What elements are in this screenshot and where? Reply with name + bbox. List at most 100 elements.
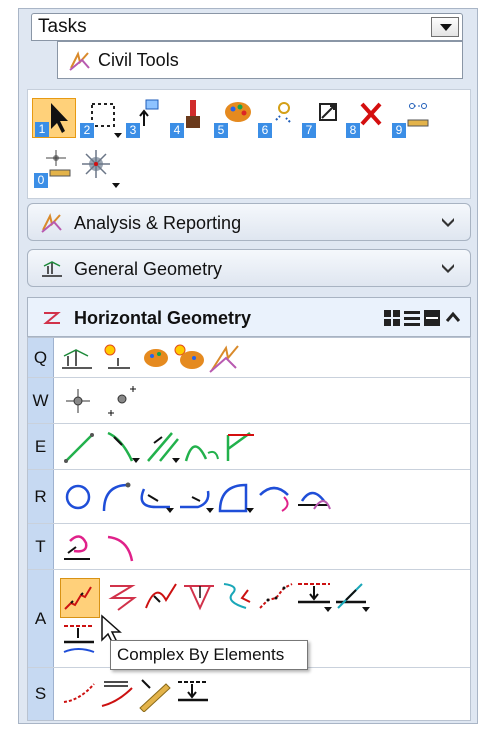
row-w: W	[28, 378, 470, 424]
tool-select[interactable]: 1	[32, 98, 76, 138]
tool-measure[interactable]: 9	[390, 98, 434, 138]
tasks-label: Tasks	[38, 16, 87, 37]
row-e: E	[28, 424, 470, 470]
grid-view-icon[interactable]	[384, 310, 400, 326]
tool-explode[interactable]	[76, 148, 120, 188]
dropdown-arrow-button[interactable]	[431, 17, 459, 37]
tool-point[interactable]	[60, 383, 100, 419]
tool-complex-transition[interactable]	[332, 578, 372, 614]
tool-arc-fillet[interactable]	[176, 479, 216, 515]
tool-line[interactable]	[60, 429, 100, 465]
complex-vertical-icon	[184, 585, 214, 611]
row-letter: T	[28, 524, 54, 569]
list-view-icon[interactable]	[404, 310, 420, 326]
tool-scale[interactable]: 7	[300, 98, 344, 138]
ruler-icon	[139, 679, 171, 713]
tool-stroke-offset[interactable]	[174, 676, 214, 712]
line-icon	[64, 433, 94, 463]
tool-arc-tangent[interactable]	[136, 479, 176, 515]
tool-palette-burst[interactable]	[168, 340, 208, 376]
tool-fence[interactable]: 2	[78, 98, 122, 138]
tool-bulb[interactable]: 6	[256, 98, 300, 138]
stroke-red-icon	[63, 683, 95, 703]
row-letter: W	[28, 378, 54, 423]
civil-tools-icon	[69, 51, 90, 71]
row-q: Q	[28, 338, 470, 378]
tool-complex-vertical[interactable]	[180, 578, 220, 614]
tool-circle[interactable]	[62, 479, 102, 515]
tool-arc-reverse[interactable]	[256, 479, 296, 515]
analysis-icon	[41, 213, 62, 233]
tool-geometry-palette[interactable]	[132, 340, 172, 376]
arc-icon	[102, 482, 131, 512]
tool-complex-curve[interactable]	[142, 578, 182, 614]
tool-complex-by-pi[interactable]	[104, 578, 144, 614]
tool-civil-pen[interactable]	[204, 340, 244, 376]
tool-complex-offset[interactable]	[294, 578, 334, 614]
tool-general-geometry[interactable]	[58, 340, 98, 376]
tool-number: 9	[392, 123, 406, 138]
tool-palette[interactable]: 5	[212, 98, 256, 138]
section-label: Horizontal Geometry	[74, 308, 252, 328]
tool-complex-by-elements[interactable]	[60, 578, 100, 618]
tool-arc-transition[interactable]	[294, 479, 334, 515]
tile-view-icon[interactable]	[424, 310, 440, 326]
row-r: R	[28, 470, 470, 524]
complex-points-icon	[259, 583, 293, 609]
tool-number: 5	[214, 123, 228, 138]
tool-geometry-burst[interactable]	[96, 340, 136, 376]
tool-point-offset[interactable]	[100, 383, 140, 419]
tool-complex-stationing[interactable]	[60, 622, 100, 658]
tool-line-between[interactable]	[102, 429, 142, 465]
tool-complex-points[interactable]	[256, 578, 296, 614]
tool-snap[interactable]: 0	[32, 148, 76, 188]
tool-line-angle[interactable]	[220, 429, 260, 465]
section-general-geometry[interactable]: General Geometry	[27, 249, 471, 287]
tool-stroke-red[interactable]	[60, 676, 100, 712]
section-label: General Geometry	[74, 259, 223, 279]
tool-delete[interactable]: 8	[344, 98, 388, 138]
complex-by-pi-icon	[108, 585, 137, 611]
tool-arc[interactable]	[98, 479, 138, 515]
tool-number: 2	[80, 123, 94, 138]
point-offset-icon	[108, 386, 136, 416]
section-label: Analysis & Reporting	[74, 213, 242, 233]
tool-view[interactable]: 3	[124, 98, 168, 138]
palette-balance-icon	[144, 349, 168, 367]
section-analysis-reporting[interactable]: Analysis & Reporting	[27, 203, 471, 241]
row-letter: A	[28, 570, 54, 667]
balance-icon	[62, 349, 92, 369]
tool-line-curve[interactable]	[182, 429, 222, 465]
tooltip: Complex By Elements	[110, 640, 308, 670]
general-geometry-icon	[42, 261, 62, 277]
line-angle-icon	[226, 431, 254, 461]
point-icon	[66, 389, 90, 413]
tool-complex-split[interactable]	[218, 578, 258, 614]
tool-stroke-ruler[interactable]	[134, 676, 174, 713]
tool-arc-quarter[interactable]	[216, 479, 256, 515]
civil-tools-label: Civil Tools	[98, 50, 179, 70]
row-letter: S	[28, 668, 54, 720]
row-t: T	[28, 524, 470, 570]
tool-number: 4	[170, 123, 184, 138]
tool-number: 6	[258, 123, 272, 138]
tool-stroke-lines[interactable]	[98, 676, 138, 712]
row-s: S	[28, 668, 470, 720]
tool-paint[interactable]: 4	[168, 98, 212, 138]
chevron-up-icon[interactable]	[446, 311, 460, 323]
tool-line-offset[interactable]	[142, 429, 182, 465]
line-curve-icon	[184, 445, 219, 462]
tool-spiral-curve[interactable]	[102, 529, 142, 565]
tool-number: 3	[126, 123, 140, 138]
complex-split-icon	[223, 583, 251, 609]
complex-curve-icon	[145, 583, 177, 609]
chevron-down-icon[interactable]	[440, 260, 456, 276]
tool-number: 7	[302, 123, 316, 138]
section-horizontal-geometry[interactable]: Horizontal Geometry	[27, 297, 471, 337]
tool-spiral[interactable]	[60, 529, 100, 565]
tasks-dropdown[interactable]: Tasks	[31, 13, 463, 41]
chevron-down-icon[interactable]	[440, 214, 456, 230]
horizontal-geometry-icon	[43, 312, 61, 324]
stroke-offset-icon	[178, 681, 208, 702]
civil-tools-tab[interactable]: Civil Tools	[57, 41, 463, 79]
